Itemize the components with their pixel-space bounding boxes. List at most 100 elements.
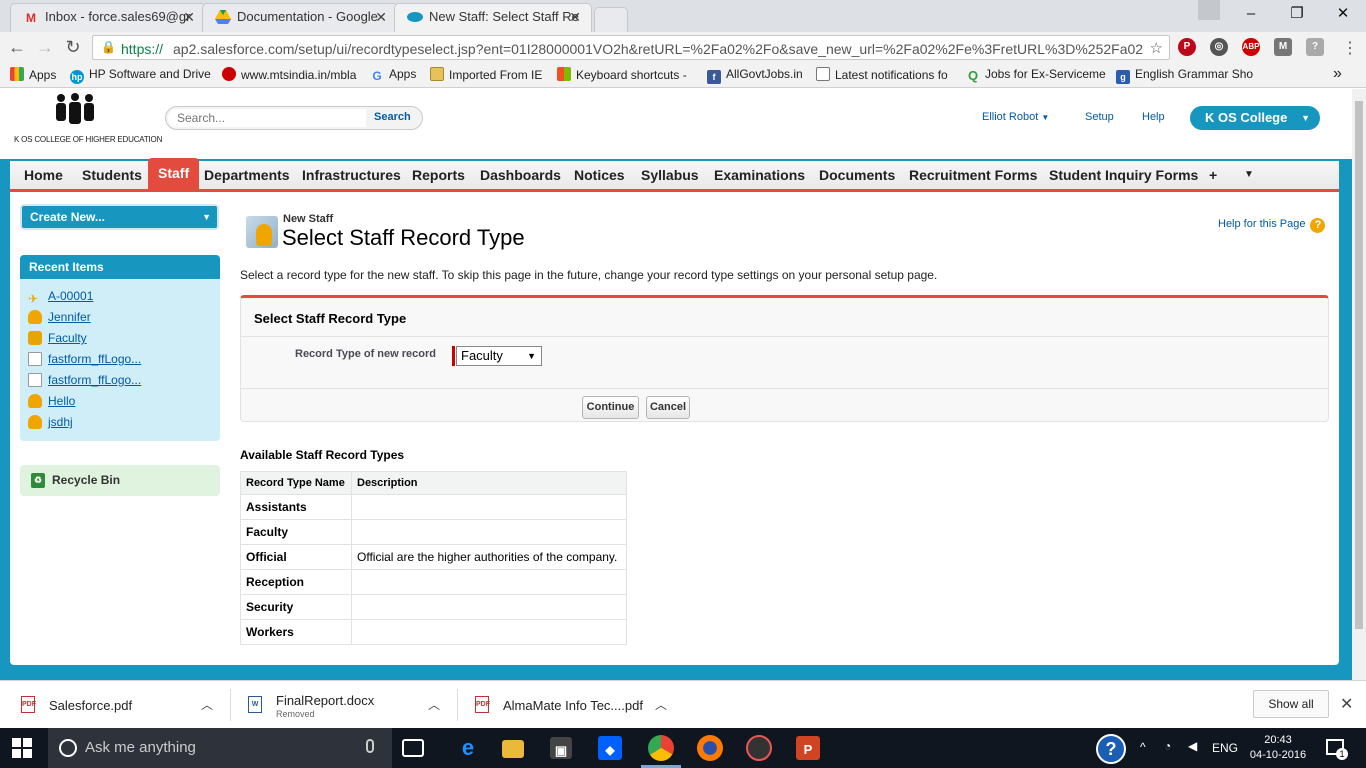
profile-icon[interactable] (1198, 0, 1220, 20)
chrome-icon[interactable] (648, 735, 674, 761)
minimize-icon[interactable]: – (1228, 0, 1274, 28)
create-new-button[interactable]: Create New... ▼ (20, 204, 219, 230)
taskbar-clock[interactable]: 20:43 04-10-2016 (1244, 733, 1312, 763)
download-item[interactable]: PDF Salesforce.pdf ︿ (21, 681, 221, 729)
help-for-page-link[interactable]: Help for this Page? (1218, 218, 1326, 233)
bookmark-jobs[interactable]: Q Jobs for Ex-Serviceme (966, 67, 1106, 83)
user-menu[interactable]: Elliot Robot ▼ (982, 111, 1049, 123)
tab-students[interactable]: Students (72, 161, 152, 189)
college-logo[interactable]: K OS COLLEGE OF HIGHER EDUCATION (14, 93, 162, 149)
bookmark-imported[interactable]: Imported From IE (430, 67, 542, 82)
tab-reports[interactable]: Reports (402, 161, 475, 189)
bookmark-mtsindia[interactable]: www.mtsindia.in/mbla (222, 67, 356, 82)
more-bookmarks-icon[interactable]: » (1333, 65, 1342, 83)
close-icon[interactable]: ✕ (569, 4, 581, 30)
chevron-down-icon[interactable]: ▼ (1234, 161, 1264, 189)
recent-item[interactable]: Hello (28, 394, 75, 410)
chevron-up-icon[interactable]: ^ (1140, 740, 1146, 754)
tab-departments[interactable]: Departments (194, 161, 300, 189)
firefox-icon[interactable] (697, 735, 723, 761)
tab-documents[interactable]: Documents (809, 161, 905, 189)
tab-infrastructures[interactable]: Infrastructures (292, 161, 411, 189)
tab-staff[interactable]: Staff (148, 158, 200, 189)
setup-link[interactable]: Setup (1085, 111, 1114, 123)
extension-reel-icon[interactable]: ◎ (1210, 38, 1228, 56)
extension-person-icon[interactable]: ? (1306, 38, 1324, 56)
chevron-down-icon: ▼ (1041, 113, 1050, 122)
edge-icon[interactable]: e (454, 734, 482, 762)
show-all-downloads-button[interactable]: Show all (1253, 690, 1329, 718)
browser-tab-docs[interactable]: Documentation - Google ✕ (202, 3, 398, 32)
help-question-icon[interactable]: ? (1096, 734, 1126, 764)
browser-menu-icon[interactable]: ⋮ (1342, 38, 1358, 58)
recent-item[interactable]: jsdhj (28, 415, 73, 431)
close-window-icon[interactable]: ✕ (1320, 0, 1366, 28)
powerpoint-icon[interactable]: P (796, 736, 820, 760)
tab-home[interactable]: Home (14, 161, 73, 189)
record-type-label: Record Type of new record (295, 348, 436, 360)
tab-student-inquiry-forms[interactable]: Student Inquiry Forms (1039, 161, 1208, 189)
close-icon[interactable]: ✕ (1340, 694, 1353, 714)
url-bar[interactable]: 🔒 https:// ap2.salesforce.com/setup/ui/r… (92, 35, 1170, 60)
bookmark-hp[interactable]: hp HP Software and Drive (70, 67, 211, 84)
windows-start-icon[interactable] (12, 738, 32, 758)
divider (241, 336, 1328, 337)
help-link[interactable]: Help (1142, 111, 1165, 123)
close-icon[interactable]: ✕ (183, 4, 195, 30)
bookmark-google-apps[interactable]: G Apps (370, 67, 416, 83)
extension-m-icon[interactable]: M (1274, 38, 1292, 56)
task-view-icon[interactable] (402, 739, 424, 757)
chevron-up-icon[interactable]: ︿ (201, 696, 213, 713)
network-icon[interactable]: ◔ (1164, 739, 1171, 753)
microphone-icon[interactable] (366, 739, 374, 753)
language-indicator[interactable]: ENG (1212, 741, 1238, 755)
bookmark-star-icon[interactable]: ☆ (1150, 39, 1163, 57)
back-icon[interactable]: ← (6, 36, 28, 58)
recent-item[interactable]: fastform_ffLogo... (28, 352, 141, 368)
tab-dashboards[interactable]: Dashboards (470, 161, 571, 189)
tab-recruitment-forms[interactable]: Recruitment Forms (899, 161, 1047, 189)
bookmark-latest[interactable]: Latest notifications fo (816, 67, 948, 82)
cortana-search-box[interactable]: Ask me anything (48, 728, 392, 768)
scrollbar-thumb[interactable] (1355, 101, 1363, 629)
recent-item[interactable]: Faculty (28, 331, 87, 347)
cancel-button[interactable]: Cancel (646, 396, 690, 419)
browser-tab-strip: M Inbox - force.sales69@gr ✕ Documentati… (0, 0, 1366, 32)
tab-examinations[interactable]: Examinations (704, 161, 815, 189)
volume-icon[interactable]: ◀ (1188, 739, 1197, 753)
search-input[interactable] (168, 109, 366, 127)
chevron-up-icon[interactable]: ︿ (655, 696, 667, 713)
app-switcher[interactable]: K OS College ▼ (1190, 106, 1320, 130)
recycle-bin-link[interactable]: ♻ Recycle Bin (20, 465, 220, 496)
recent-item[interactable]: ✈ A-00001 (28, 289, 93, 306)
record-type-select[interactable]: Faculty ▼ (456, 346, 542, 366)
all-tabs-plus-icon[interactable]: + (1199, 161, 1227, 189)
chevron-up-icon[interactable]: ︿ (428, 696, 440, 713)
wpm-icon[interactable] (746, 735, 772, 761)
forward-icon[interactable]: → (34, 36, 56, 58)
search-button[interactable]: Search (374, 111, 411, 123)
close-icon[interactable]: ✕ (375, 4, 387, 30)
dropbox-icon[interactable]: ◆ (598, 736, 622, 760)
file-explorer-icon[interactable] (502, 740, 524, 758)
reload-icon[interactable]: ↻ (62, 36, 84, 58)
bookmark-apps[interactable]: Apps (10, 67, 56, 82)
new-tab-button[interactable] (594, 7, 628, 32)
download-item[interactable]: W FinalReport.docx Removed ︿ (248, 681, 448, 729)
adblock-icon[interactable]: ABP (1242, 38, 1260, 56)
bookmark-allgovtjobs[interactable]: f AllGovtJobs.in (707, 67, 803, 84)
continue-button[interactable]: Continue (582, 396, 639, 419)
restore-icon[interactable]: ❐ (1274, 0, 1320, 28)
store-icon[interactable]: ▣ (550, 737, 572, 759)
page-scrollbar[interactable] (1352, 89, 1366, 680)
bookmark-shortcuts[interactable]: Keyboard shortcuts - (557, 67, 687, 82)
tab-notices[interactable]: Notices (564, 161, 635, 189)
bookmark-grammar[interactable]: g English Grammar Sho (1116, 67, 1253, 84)
recent-item[interactable]: Jennifer (28, 310, 91, 326)
tab-syllabus[interactable]: Syllabus (631, 161, 709, 189)
recent-item[interactable]: fastform_ffLogo... (28, 373, 141, 389)
browser-tab-gmail[interactable]: M Inbox - force.sales69@gr ✕ (10, 3, 206, 32)
pinterest-icon[interactable]: P (1178, 38, 1196, 56)
browser-tab-salesforce[interactable]: New Staff: Select Staff Re ✕ (394, 3, 592, 32)
download-item[interactable]: PDF AlmaMate Info Tec....pdf ︿ (475, 681, 675, 729)
